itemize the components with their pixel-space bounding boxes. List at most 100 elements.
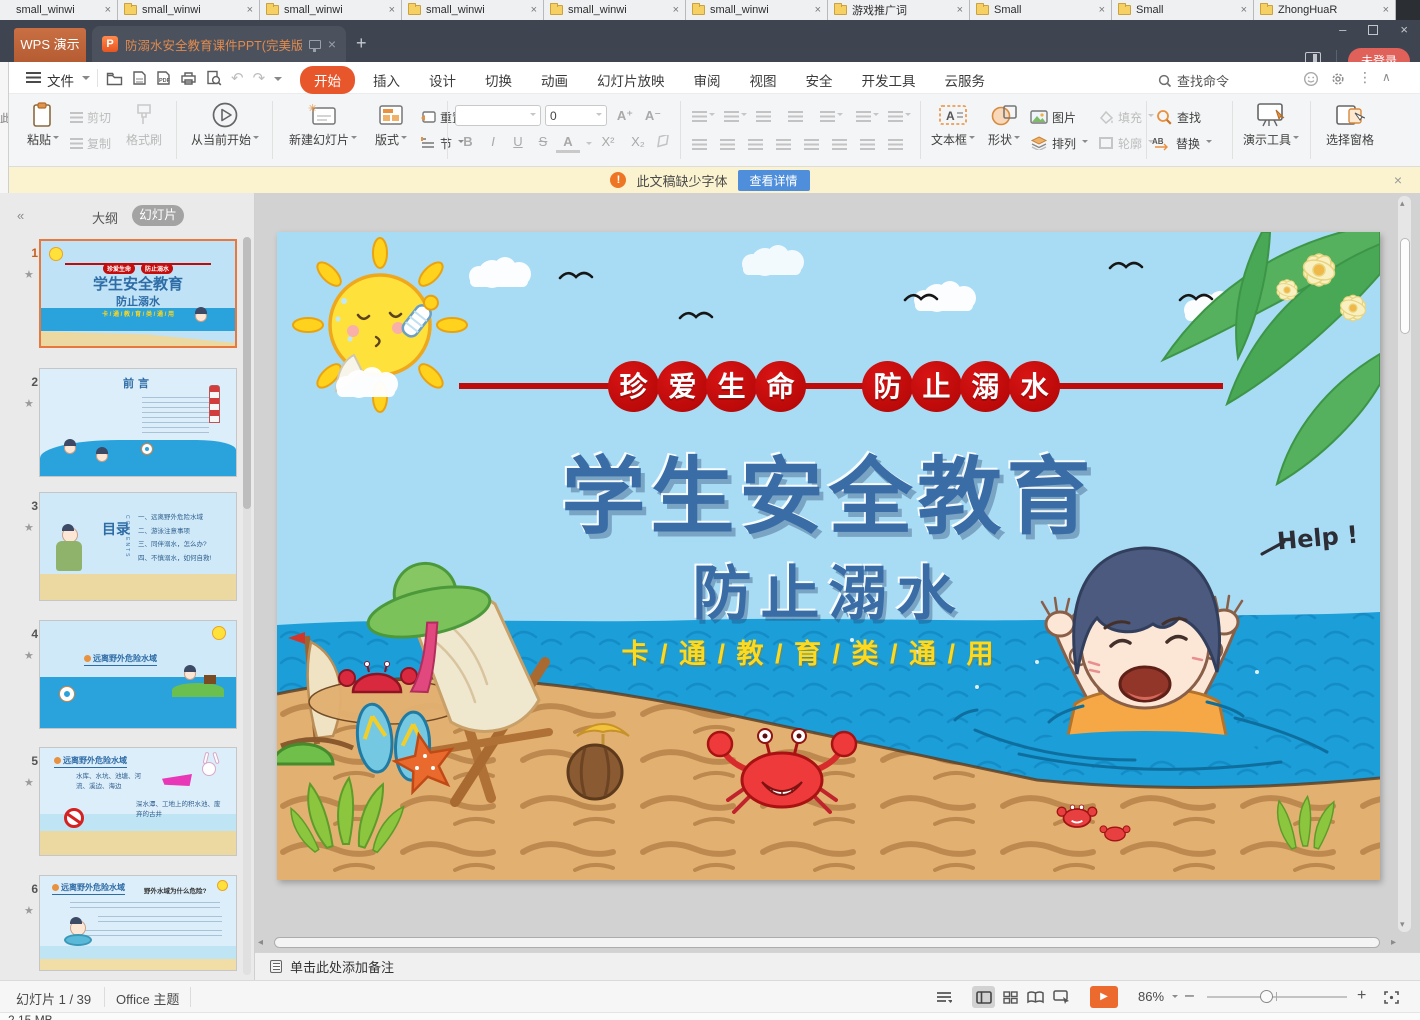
hamburger-icon[interactable] <box>26 72 41 83</box>
horizontal-scrollbar-thumb[interactable] <box>274 937 1380 948</box>
open-icon[interactable] <box>106 71 123 86</box>
zoom-caret-icon[interactable] <box>1172 995 1178 1001</box>
window-tab[interactable]: small_winwi× <box>0 0 118 20</box>
settings-gear-icon[interactable] <box>1330 71 1346 87</box>
vertical-scrollbar-thumb[interactable] <box>1400 238 1410 334</box>
file-menu[interactable]: 文件 <box>47 70 74 90</box>
zoom-in-button[interactable]: + <box>1357 987 1366 1005</box>
vertical-scrollbar[interactable]: ▴ ▾ <box>1398 196 1411 932</box>
slide-thumbnail-4[interactable]: 远离野外危险水域 <box>39 620 237 729</box>
horizontal-scrollbar[interactable]: ◂ ▸ <box>258 935 1396 950</box>
close-document-icon[interactable]: × <box>328 36 336 52</box>
notes-toggle-button[interactable] <box>932 986 955 1008</box>
feedback-smiley-icon[interactable] <box>1303 71 1319 87</box>
picture-button[interactable]: 图片 <box>1030 106 1076 128</box>
slideshow-view-button[interactable] <box>1050 986 1073 1008</box>
collapse-ribbon-icon[interactable]: ∧ <box>1382 70 1391 84</box>
slide-canvas[interactable]: 珍爱生命 防止溺水 学生安全教育 防止溺水 卡 / 通 / 教 / 育 / 类 … <box>277 232 1380 880</box>
window-tab[interactable]: small_winwi× <box>544 0 686 20</box>
selection-pane-button[interactable]: 选择窗格 <box>1316 100 1384 162</box>
menu-tab-开始[interactable]: 开始 <box>300 66 355 94</box>
paste-button[interactable]: 粘贴 <box>20 100 66 162</box>
slide-sorter-button[interactable] <box>999 986 1022 1008</box>
tab-preview-icon[interactable] <box>309 40 321 49</box>
print-preview-icon[interactable] <box>206 70 222 86</box>
new-slide-button[interactable]: ✳ 新建幻灯片 <box>280 100 366 162</box>
tab-outline[interactable]: 大纲 <box>92 208 118 227</box>
save-icon[interactable] <box>132 70 147 86</box>
close-tab-icon[interactable]: × <box>105 5 111 16</box>
collapse-panel-icon[interactable]: « <box>17 208 24 223</box>
reading-view-button[interactable] <box>1024 986 1047 1008</box>
menu-tab-视图[interactable]: 视图 <box>739 66 788 94</box>
menu-tab-开发工具[interactable]: 开发工具 <box>851 66 927 94</box>
tab-slides[interactable]: 幻灯片 <box>132 205 184 226</box>
play-slideshow-button[interactable]: ▶ <box>1090 986 1118 1008</box>
slide-thumbnail-6[interactable]: 远离野外危险水域 野外水域为什么危险? <box>39 875 237 971</box>
replace-button[interactable]: AB替换 <box>1152 132 1212 154</box>
close-tab-icon[interactable]: × <box>957 5 963 16</box>
menu-tab-安全[interactable]: 安全 <box>795 66 844 94</box>
menu-tab-审阅[interactable]: 审阅 <box>683 66 732 94</box>
close-tab-icon[interactable]: × <box>1383 5 1389 16</box>
scroll-right-icon[interactable]: ▸ <box>1384 937 1396 948</box>
font-name-select[interactable] <box>455 105 541 126</box>
window-tab[interactable]: small_winwi× <box>260 0 402 20</box>
presentation-tools-button[interactable]: 演示工具 <box>1238 100 1304 162</box>
slide-thumbnail-2[interactable]: 前言 <box>39 368 237 477</box>
export-pdf-icon[interactable]: PDF <box>156 70 171 86</box>
slide-layout-button[interactable]: 版式 <box>368 100 414 162</box>
zoom-out-button[interactable]: – <box>1185 987 1194 1005</box>
slide-subtitle-text[interactable]: 防止溺水 <box>277 546 1380 631</box>
slide-thumbnail-3[interactable]: 目录 CONTENTS 一、远离野外危险水域 二、游泳注意事项 三、同伴溺水，怎… <box>39 492 237 601</box>
menu-tab-插入[interactable]: 插入 <box>362 66 411 94</box>
slide-thumbnail-5[interactable]: 远离野外危险水域 水库、水坑、池塘、河流、溪边、海边 深水潭、工地上的积水池、废… <box>39 747 237 856</box>
window-tab[interactable]: small_winwi× <box>686 0 828 20</box>
zoom-slider-track[interactable] <box>1207 996 1347 998</box>
scroll-up-icon[interactable]: ▴ <box>1400 198 1405 209</box>
scroll-down-icon[interactable]: ▾ <box>1400 919 1405 930</box>
document-tab[interactable]: P 防溺水安全教育课件PPT(完美版) × <box>92 26 346 62</box>
window-tab[interactable]: Small× <box>1112 0 1254 20</box>
close-tab-icon[interactable]: × <box>247 5 253 16</box>
more-options-icon[interactable]: ⋮ <box>1358 69 1372 86</box>
close-tab-icon[interactable]: × <box>1099 5 1105 16</box>
menu-tab-云服务[interactable]: 云服务 <box>934 66 997 94</box>
window-tab[interactable]: 游戏推广词× <box>828 0 970 20</box>
close-tab-icon[interactable]: × <box>531 5 537 16</box>
slide-title-text[interactable]: 学生安全教育 <box>277 430 1380 551</box>
menu-tab-幻灯片放映[interactable]: 幻灯片放映 <box>586 66 676 94</box>
menu-tab-动画[interactable]: 动画 <box>530 66 579 94</box>
theme-name[interactable]: Office 主题 <box>116 989 179 1008</box>
close-tab-icon[interactable]: × <box>1241 5 1247 16</box>
scroll-left-icon[interactable]: ◂ <box>258 937 270 948</box>
window-tab[interactable]: small_winwi× <box>118 0 260 20</box>
print-icon[interactable] <box>180 71 197 86</box>
warning-close-icon[interactable]: × <box>1394 172 1402 188</box>
find-button[interactable]: 查找 <box>1156 106 1201 128</box>
play-from-current-button[interactable]: 从当前开始 <box>184 100 266 162</box>
new-tab-button[interactable]: + <box>356 34 367 52</box>
zoom-level[interactable]: 86% <box>1138 989 1164 1004</box>
menu-tab-设计[interactable]: 设计 <box>418 66 467 94</box>
notes-placeholder[interactable]: 单击此处添加备注 <box>290 957 394 976</box>
close-tab-icon[interactable]: × <box>389 5 395 16</box>
quick-access-caret-icon[interactable] <box>274 77 282 85</box>
menu-tab-切换[interactable]: 切换 <box>474 66 523 94</box>
window-tab[interactable]: Small× <box>970 0 1112 20</box>
close-tab-icon[interactable]: × <box>815 5 821 16</box>
slide-tagline-text[interactable]: 卡 / 通 / 教 / 育 / 类 / 通 / 用 <box>277 632 1360 671</box>
close-window-button[interactable]: × <box>1400 22 1408 37</box>
command-search[interactable]: 查找命令 <box>1158 71 1229 90</box>
font-size-select[interactable]: 0 <box>545 105 607 126</box>
fit-to-window-button[interactable] <box>1380 986 1403 1008</box>
notes-bar[interactable]: 单击此处添加备注 <box>255 952 1420 980</box>
sidebar-scrollbar[interactable] <box>243 237 251 975</box>
normal-view-button[interactable] <box>972 986 995 1008</box>
maximize-button[interactable] <box>1368 25 1378 35</box>
window-tab[interactable]: ZhongHuaR× <box>1254 0 1396 20</box>
arrange-button[interactable]: 排列 <box>1030 132 1088 154</box>
shapes-button[interactable]: 形状 <box>982 100 1026 162</box>
close-tab-icon[interactable]: × <box>673 5 679 16</box>
textbox-button[interactable]: A 文本框 <box>926 100 980 162</box>
